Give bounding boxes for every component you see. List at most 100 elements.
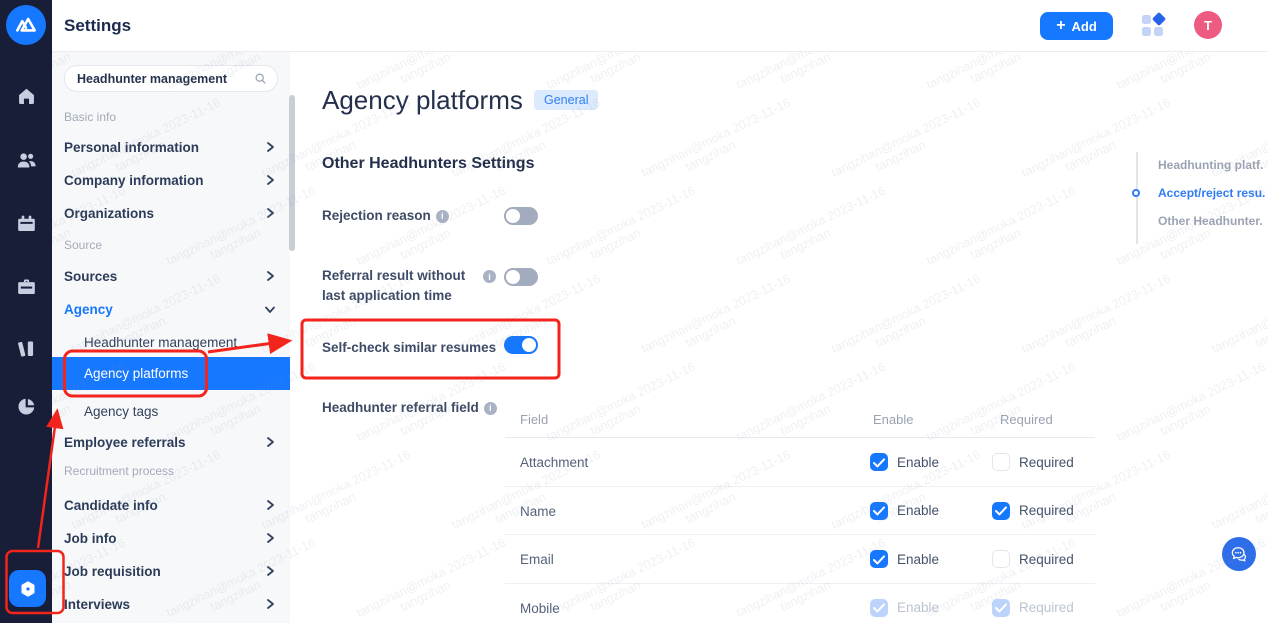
sidebar-item-company-information[interactable]: Company information <box>52 168 290 192</box>
column-header-enable: Enable <box>873 412 914 427</box>
rail-library[interactable] <box>0 328 52 368</box>
search-input[interactable] <box>77 71 254 86</box>
sidebar-section-recruitment-process: Recruitment process <box>64 464 175 478</box>
add-button[interactable]: + Add <box>1040 12 1113 40</box>
sidebar-item-employee-referrals[interactable]: Employee referrals <box>52 430 290 454</box>
referral-field-table: Field Enable Required Attachment Enable … <box>505 405 1095 623</box>
checkbox-label: Enable <box>897 454 940 470</box>
self-check-toggle[interactable] <box>504 336 538 354</box>
chevron-right-icon <box>267 271 274 281</box>
checkbox-label: Required <box>1019 503 1074 518</box>
enable-checkbox-mobile-disabled: Enable <box>870 598 940 617</box>
checkbox-label: Required <box>1019 600 1074 615</box>
field-name: Email <box>520 552 554 567</box>
self-check-label: Self-check similar resumes <box>322 338 496 358</box>
grid-square <box>1154 27 1163 36</box>
sidebar-item-label: Headhunter management <box>84 334 238 350</box>
sidebar-item-agency[interactable]: Agency <box>52 297 290 321</box>
app-window: Settings + Add T Basic info Personal inf… <box>0 0 1268 623</box>
search-icon <box>255 73 266 84</box>
setting-label-line1: Referral result without <box>322 268 466 283</box>
plus-icon: + <box>1056 16 1066 34</box>
field-name: Attachment <box>520 455 589 470</box>
anchor-accept-reject-resume[interactable]: Accept/reject resu. <box>1158 186 1265 200</box>
sidebar-item-job-requisition[interactable]: Job requisition <box>52 559 290 583</box>
enable-checkbox-attachment[interactable]: Enable <box>870 453 939 471</box>
setting-label-text: Headhunter referral field <box>322 400 479 415</box>
sidebar-item-candidate-info[interactable]: Candidate info <box>52 493 290 517</box>
sidebar-item-label: Agency tags <box>84 403 159 419</box>
checkbox-label: Enable <box>897 551 940 567</box>
checkbox-checked-disabled-icon <box>870 598 888 617</box>
chevron-right-icon <box>267 599 274 609</box>
referral-result-label: Referral result without last application… <box>322 266 465 306</box>
settings-nav-button[interactable] <box>9 570 46 607</box>
chevron-right-icon <box>267 437 274 447</box>
table-header: Field Enable Required <box>505 405 1095 438</box>
required-checkbox-attachment[interactable]: Required <box>992 453 1074 471</box>
enable-checkbox-email[interactable]: Enable <box>870 550 939 568</box>
sidebar-item-personal-information[interactable]: Personal information <box>52 135 290 159</box>
rail-jobs[interactable] <box>0 266 52 306</box>
sidebar-item-sources[interactable]: Sources <box>52 264 290 288</box>
sidebar-item-organizations[interactable]: Organizations <box>52 201 290 225</box>
main-content: Agency platforms General Other Headhunte… <box>290 52 1268 623</box>
info-icon[interactable]: i <box>483 270 496 283</box>
checkbox-checked-icon <box>870 501 888 520</box>
grid-diamond <box>1151 11 1167 27</box>
gear-icon <box>21 580 34 597</box>
settings-sidebar: Basic info Personal information Company … <box>52 52 295 623</box>
page-title: Settings <box>64 16 132 35</box>
rail-reports[interactable] <box>0 386 52 426</box>
toggle-knob <box>506 209 520 223</box>
rail-candidates[interactable] <box>0 140 52 180</box>
anchor-nav-line <box>1136 152 1138 244</box>
moka-logo[interactable] <box>6 5 46 45</box>
rail-calendar[interactable] <box>0 203 52 243</box>
info-icon[interactable]: i <box>435 209 449 223</box>
calendar-icon <box>17 215 35 231</box>
support-chat-button[interactable] <box>1222 537 1256 571</box>
checkbox-label: Enable <box>897 503 940 518</box>
checkbox-unchecked-icon <box>992 550 1010 568</box>
anchor-other-headhunter[interactable]: Other Headhunter. <box>1158 214 1263 228</box>
table-row-attachment: Attachment Enable Required <box>505 438 1095 487</box>
sidebar-item-agency-tags[interactable]: Agency tags <box>52 399 290 423</box>
chevron-right-icon <box>267 566 274 576</box>
user-avatar[interactable]: T <box>1194 11 1222 39</box>
chevron-right-icon <box>267 208 274 218</box>
info-icon[interactable]: i <box>483 401 497 415</box>
chevron-down-icon <box>265 306 275 313</box>
referral-result-toggle[interactable] <box>504 268 538 286</box>
sidebar-scrollbar[interactable] <box>289 95 295 251</box>
rail-home[interactable] <box>0 76 52 116</box>
checkbox-checked-disabled-icon <box>992 598 1010 617</box>
setting-label-line2: last application time <box>322 288 452 303</box>
sidebar-item-headhunter-management[interactable]: Headhunter management <box>52 330 290 354</box>
checkbox-label: Required <box>1019 454 1074 470</box>
anchor-headhunting-platform[interactable]: Headhunting platf. <box>1158 158 1263 172</box>
enable-checkbox-name[interactable]: Enable <box>870 501 940 520</box>
rejection-reason-toggle[interactable] <box>504 207 538 225</box>
sidebar-search[interactable] <box>64 65 278 92</box>
required-checkbox-email[interactable]: Required <box>992 550 1074 568</box>
app-switcher-icon[interactable] <box>1142 11 1167 38</box>
sidebar-item-job-info[interactable]: Job info <box>52 526 290 550</box>
checkbox-label: Enable <box>897 600 940 615</box>
sidebar-section-basic-info: Basic info <box>64 110 117 124</box>
checkbox-unchecked-icon <box>992 453 1010 471</box>
sidebar-item-agency-platforms[interactable]: Agency platforms <box>52 357 290 390</box>
checkbox-label: Required <box>1019 551 1074 567</box>
required-checkbox-name[interactable]: Required <box>992 501 1074 520</box>
users-icon <box>17 152 36 167</box>
column-header-required: Required <box>1000 412 1053 427</box>
chat-bubbles-icon <box>1231 547 1247 562</box>
referral-field-label: Headhunter referral field i <box>322 398 497 418</box>
sidebar-item-label: Job requisition <box>64 563 161 579</box>
sidebar-item-label: Agency <box>64 301 113 317</box>
sidebar-item-interviews[interactable]: Interviews <box>52 592 290 616</box>
setting-label-text: Rejection reason <box>322 208 431 223</box>
required-checkbox-mobile-disabled: Required <box>992 598 1074 617</box>
sidebar-item-label: Employee referrals <box>64 434 186 450</box>
setting-label-text: Self-check similar resumes <box>322 340 497 355</box>
